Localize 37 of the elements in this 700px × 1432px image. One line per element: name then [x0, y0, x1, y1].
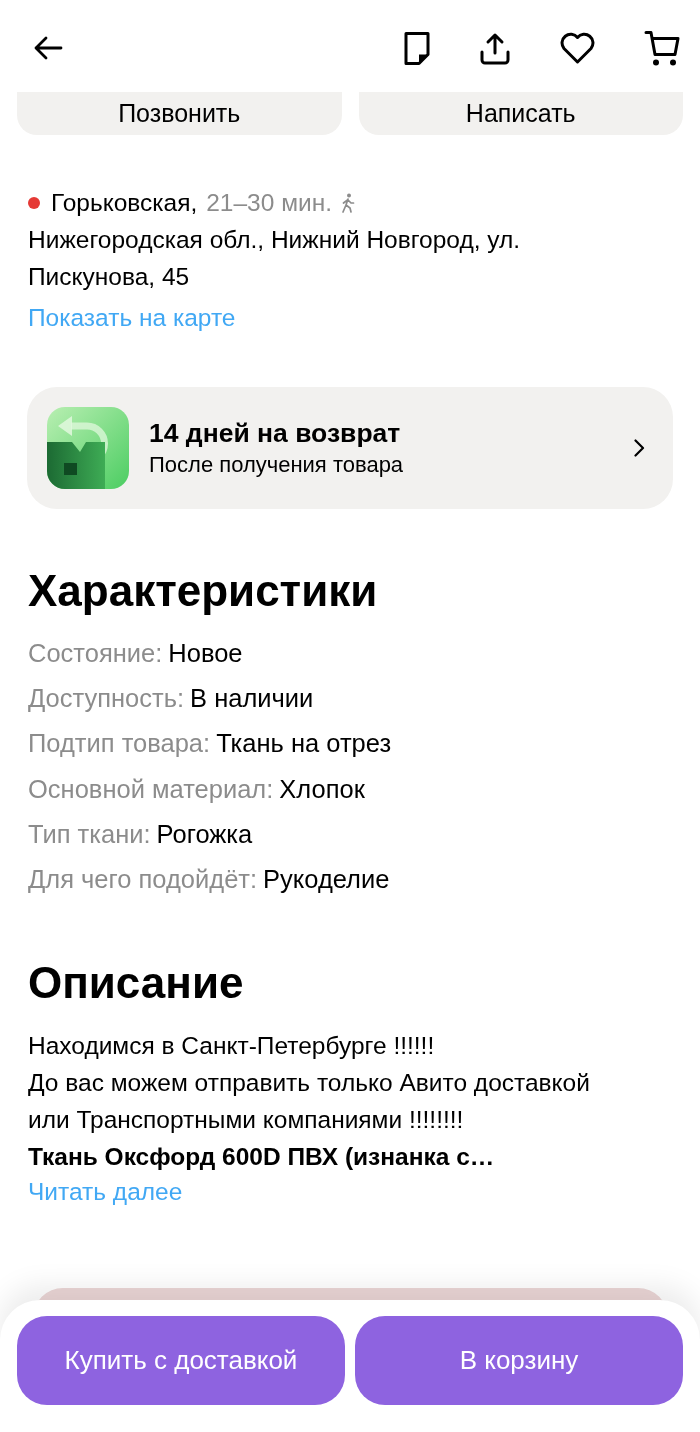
walking-person-icon: [339, 192, 356, 213]
description-paragraph: Находимся в Санкт-Петербурге !!!!!!: [28, 1031, 436, 1062]
spec-value: В наличии: [190, 684, 314, 713]
heart-icon[interactable]: [559, 32, 596, 64]
spec-value: Ткань на отрез: [216, 729, 392, 758]
spec-value: Хлопок: [279, 774, 365, 803]
spec-label: Подтип товара:: [28, 729, 211, 758]
return-box-icon: [47, 407, 129, 489]
characteristics-heading: Характеристики: [28, 567, 379, 615]
metro-station-name: Горьковская,: [51, 188, 198, 217]
spec-label: Для чего подойдёт:: [28, 864, 258, 893]
description-paragraph: До вас можем отправить только Авито доставкой или Транспортными компаниями !!!!!!!!: [28, 1068, 591, 1136]
chevron-right-icon: [634, 439, 645, 457]
address-text: Нижегородская обл., Нижний Новгород, ул. Пискунова, 45: [28, 225, 522, 292]
show-on-map-link[interactable]: Показать на карте: [28, 299, 236, 336]
return-policy-subtitle: После получения товара: [149, 451, 405, 479]
spec-value: Рогожка: [156, 819, 253, 848]
document-icon[interactable]: [403, 30, 431, 66]
back-arrow-icon[interactable]: [33, 35, 63, 61]
return-policy-title: 14 дней на возврат: [149, 417, 402, 449]
add-to-cart-button[interactable]: В корзину: [355, 1316, 683, 1405]
spec-label: Состояние:: [28, 639, 163, 667]
travel-time: 21–30 мин.: [206, 188, 333, 217]
spec-label: Тип ткани:: [28, 819, 151, 848]
spec-label: Доступность:: [28, 684, 185, 713]
spec-label: Основной материал:: [28, 774, 274, 803]
spec-value: Новое: [168, 639, 243, 667]
description-paragraph: Ткань Оксфорд 600D ПВХ (изнанка с…: [28, 1142, 496, 1173]
spec-value: Рукоделие: [263, 864, 390, 893]
description-heading: Описание: [28, 959, 245, 1008]
cart-icon[interactable]: [644, 29, 680, 67]
buy-with-delivery-button[interactable]: Купить с доставкой: [17, 1316, 345, 1405]
call-button[interactable]: Позвонить: [17, 92, 342, 135]
share-icon[interactable]: [479, 31, 511, 65]
return-policy-card[interactable]: 14 дней на возврат После получения товара: [27, 387, 673, 509]
message-button[interactable]: Написать: [358, 92, 683, 135]
read-more-link[interactable]: Читать далее: [28, 1175, 183, 1210]
